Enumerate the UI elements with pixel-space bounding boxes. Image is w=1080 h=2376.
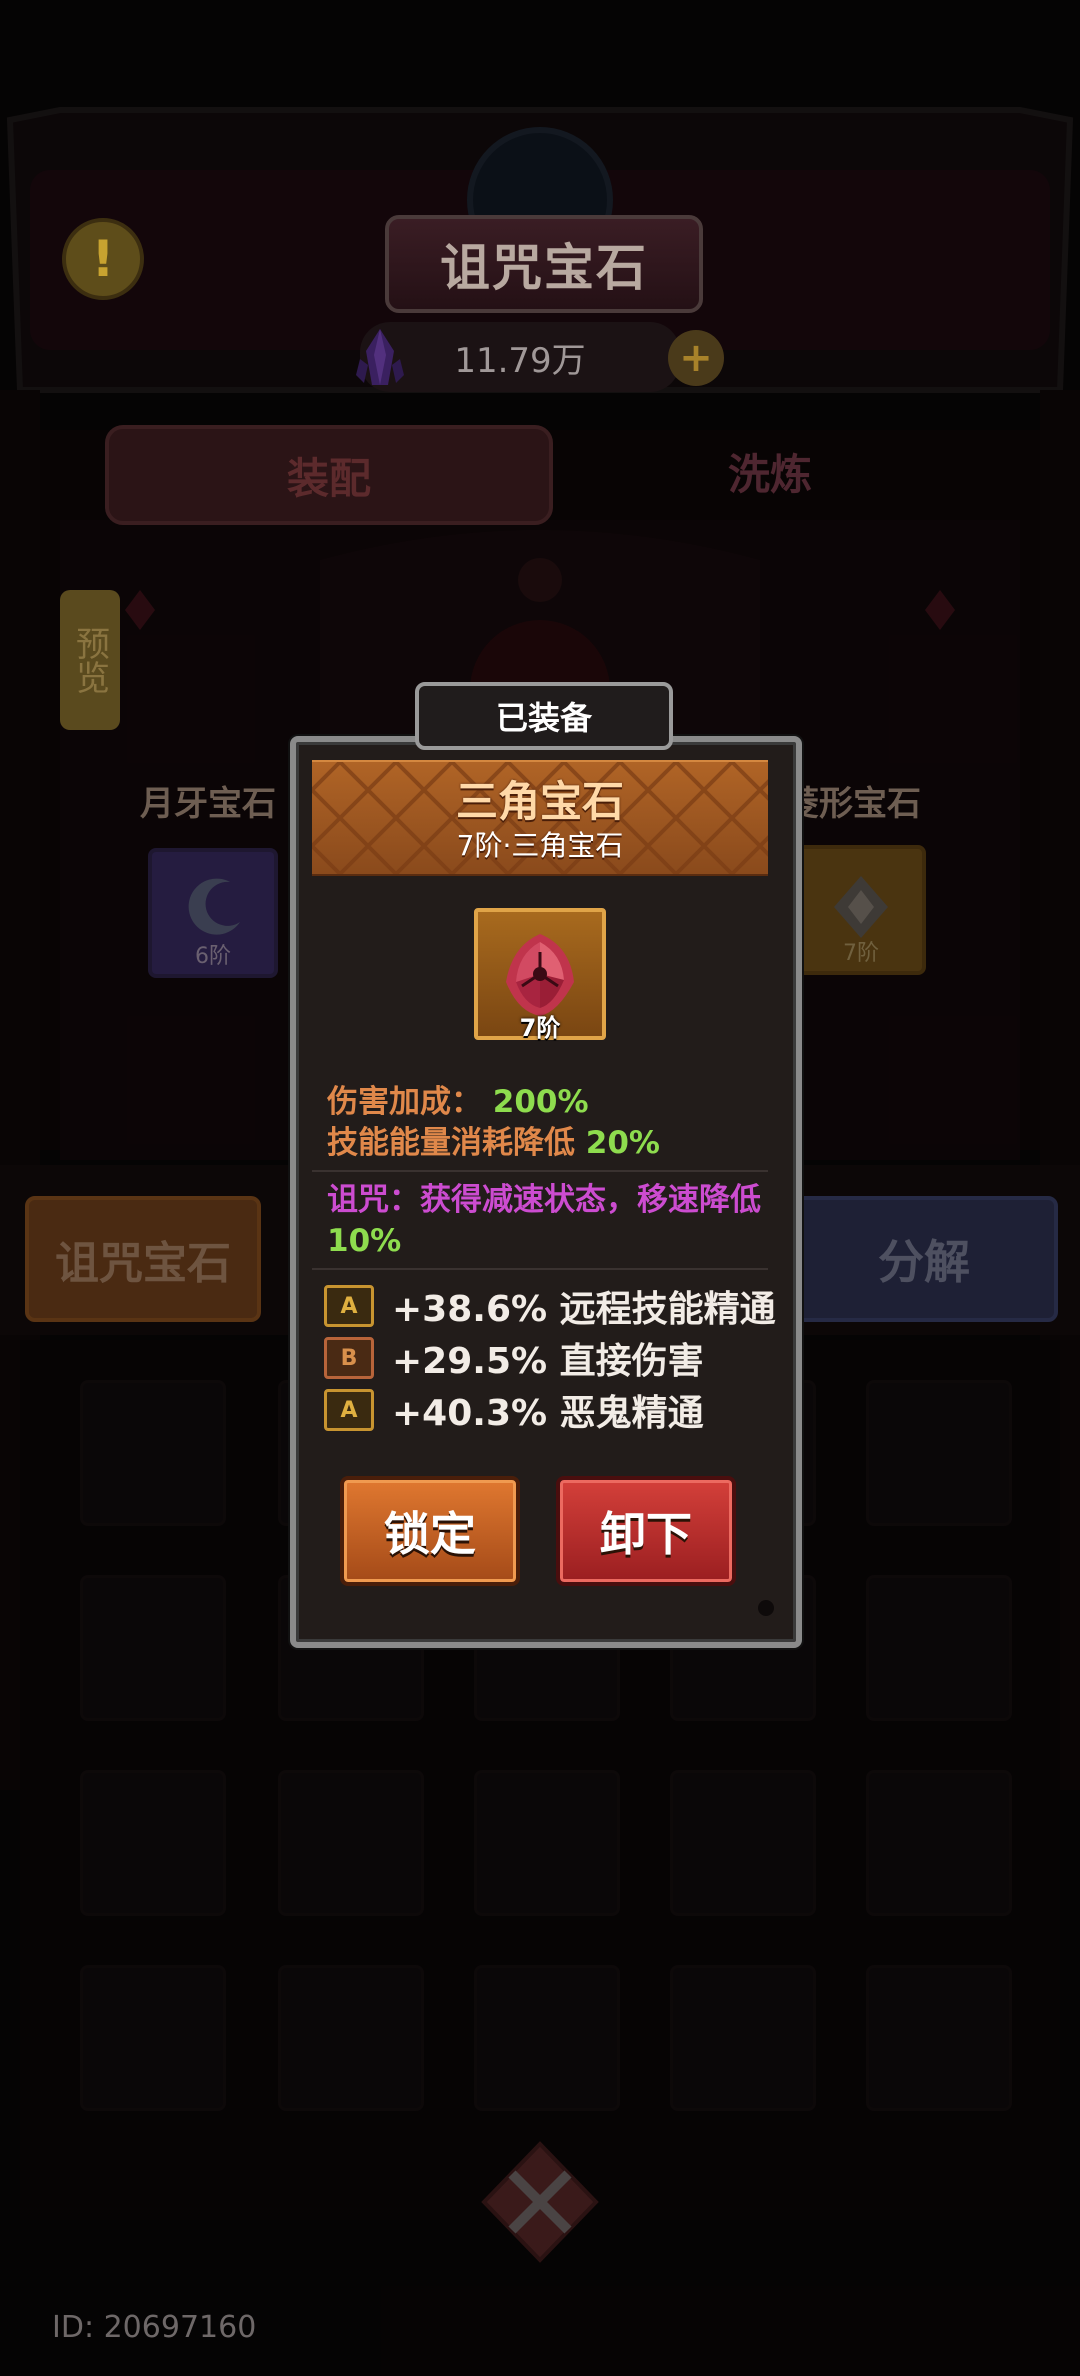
stat-damage-bonus: 伤害加成： 200% — [327, 1076, 589, 1121]
divider — [312, 1268, 768, 1270]
stat-value: 20% — [585, 1125, 660, 1161]
affix-row: A +40.3% 恶鬼精通 — [324, 1388, 704, 1434]
divider — [312, 1170, 768, 1172]
disassemble-button[interactable]: 分解 — [790, 1196, 1058, 1322]
item-subtitle: 7阶·三角宝石 — [456, 829, 624, 862]
stat-value: 200% — [492, 1084, 589, 1120]
warning-button[interactable]: ! — [62, 218, 144, 300]
purple-crystal-icon — [356, 329, 404, 385]
crescent-gem-icon — [188, 878, 240, 935]
tab-equip[interactable]: 装配 — [105, 425, 553, 525]
category-button[interactable]: 诅咒宝石 — [25, 1196, 261, 1322]
grade-badge: A — [324, 1389, 374, 1431]
corner-decoration — [758, 1600, 774, 1616]
affix-row: B +29.5% 直接伤害 — [324, 1336, 704, 1382]
lock-button[interactable]: 锁定 — [340, 1476, 520, 1586]
curse-value: 10% — [327, 1223, 402, 1259]
item-tier: 7阶 — [519, 1014, 561, 1042]
exclamation-icon: ! — [91, 230, 115, 288]
plus-icon: + — [679, 335, 713, 381]
grade-badge: B — [324, 1337, 374, 1379]
unequip-button[interactable]: 卸下 — [556, 1476, 736, 1586]
stat-energy-reduction: 技能能量消耗降低 20% — [327, 1117, 660, 1162]
item-name: 三角宝石 — [455, 777, 624, 826]
equipped-badge: 已装备 — [415, 682, 673, 750]
add-currency-button[interactable]: + — [668, 330, 724, 386]
currency-amount: 11.79万 — [454, 340, 586, 381]
player-id: ID: 20697160 — [52, 2310, 257, 2345]
curse-text: 诅咒：获得减速状态，移速降低 — [327, 1182, 761, 1218]
stat-label: 技能能量消耗降低 — [327, 1125, 575, 1161]
affix-text: +29.5% 直接伤害 — [392, 1341, 704, 1382]
affix-text: +38.6% 远程技能精通 — [392, 1289, 776, 1330]
close-emblem-icon[interactable] — [478, 2140, 602, 2264]
stat-label: 伤害加成： — [327, 1084, 482, 1120]
rhombus-gem-icon — [834, 876, 888, 938]
page-title: 诅咒宝石 — [385, 215, 703, 313]
slot-tier-left: 6阶 — [195, 944, 231, 969]
affix-row: A +38.6% 远程技能精通 — [324, 1284, 776, 1330]
slot-label-right: 菱形宝石 — [785, 784, 921, 824]
slot-label-left: 月牙宝石 — [140, 784, 276, 824]
curse-effect: 诅咒：获得减速状态，移速降低 10% — [327, 1180, 767, 1262]
tab-refine[interactable]: 洗炼 — [560, 425, 980, 517]
preview-button[interactable]: 预览 — [60, 590, 120, 730]
grade-badge: A — [324, 1285, 374, 1327]
affix-text: +40.3% 恶鬼精通 — [392, 1393, 704, 1434]
